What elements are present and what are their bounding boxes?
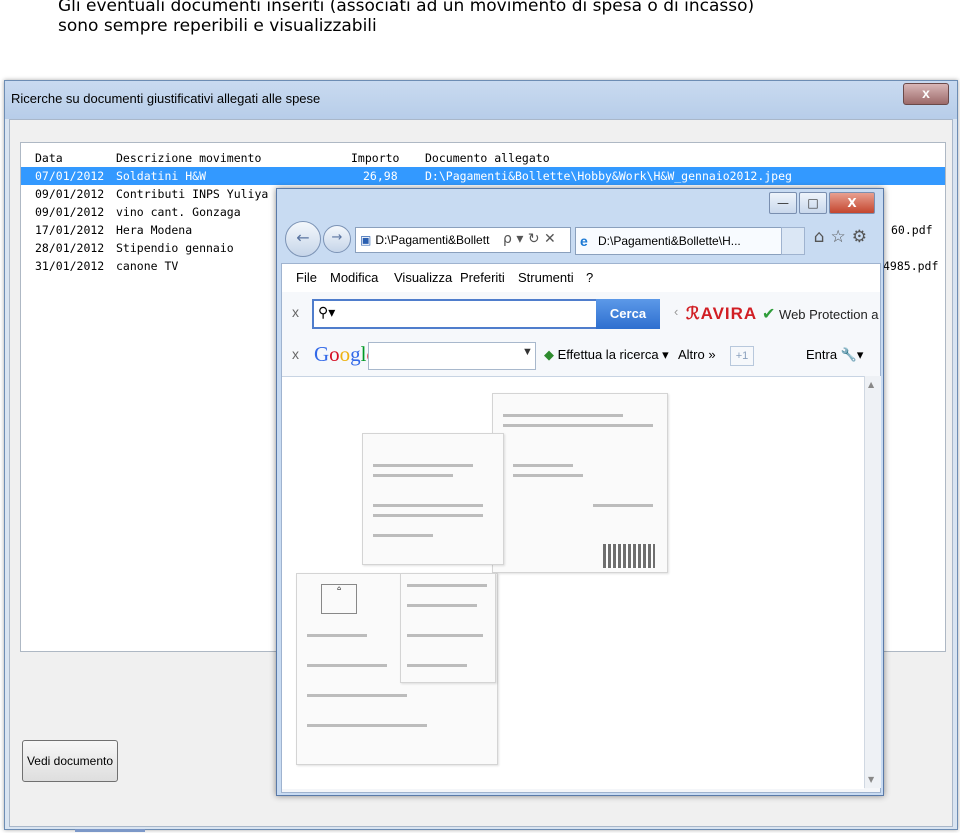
menu-modifica[interactable]: Modifica — [330, 270, 378, 285]
scanned-receipt-1 — [492, 393, 668, 573]
avira-logo[interactable]: ℛAVIRA — [686, 304, 757, 324]
scroll-up-arrow-icon[interactable]: ▲ — [868, 380, 874, 389]
ie-toolbar-icons: ⌂☆⚙ — [814, 227, 873, 247]
header-data: Data — [35, 151, 63, 165]
new-tab-button[interactable] — [781, 227, 805, 255]
cell-data: 28/01/2012 — [35, 241, 105, 255]
page-icon: ▣ — [360, 233, 372, 247]
cell-documento: 60.pdf — [891, 223, 933, 237]
google-logo: Google — [314, 342, 376, 366]
address-text: D:\Pagamenti&Bollett — [375, 233, 490, 247]
cell-documento: D:\Pagamenti&Bollette\Hobby&Work\H&W_gen… — [425, 169, 792, 183]
header-importo: Importo — [351, 151, 400, 165]
menu-visualizza[interactable]: Visualizza — [394, 270, 452, 285]
menu-strumenti[interactable]: Strumenti — [518, 270, 574, 285]
forward-arrow-icon[interactable]: → — [323, 225, 351, 253]
search-puzzle-icon: ◆ — [544, 347, 554, 362]
maximize-button[interactable]: □ — [799, 192, 827, 214]
cerca-button[interactable]: Cerca — [596, 299, 660, 329]
caption-line-2: sono sempre reperibili e visualizzabili — [58, 16, 377, 36]
ie-close-button[interactable]: X — [829, 192, 875, 214]
ie-browser-window: — □ X ← → ▣ D:\Pagamenti&Bollett ρ ▾ ↻ ✕ … — [276, 188, 884, 796]
cell-data: 17/01/2012 — [35, 223, 105, 237]
cell-data: 07/01/2012 — [35, 169, 105, 183]
home-icon[interactable]: ⌂ — [814, 227, 831, 247]
toolbar-separator: ‹ — [674, 304, 679, 319]
cell-descrizione: Hera Modena — [116, 223, 193, 237]
google-toolbar: x Google ▼ ◆ Effettua la ricerca ▾ Altro… — [282, 334, 880, 376]
ie-logo-icon: e — [580, 233, 588, 249]
avira-umbrella-icon: ℛ — [686, 304, 701, 323]
cell-data: 31/01/2012 — [35, 259, 105, 273]
ie-navigation-bar: ← → ▣ D:\Pagamenti&Bollett ρ ▾ ↻ ✕ e D:\P… — [285, 219, 875, 263]
menu-file[interactable]: File — [296, 270, 317, 285]
cell-data: 09/01/2012 — [35, 187, 105, 201]
window-title: Ricerche su documenti giustificativi all… — [11, 91, 321, 106]
header-descrizione: Descrizione movimento — [116, 151, 262, 165]
entra-button[interactable]: Entra 🔧▾ — [806, 347, 863, 363]
cell-descrizione: Soldatini H&W — [116, 169, 207, 183]
hobby-work-logo: ⌂ — [321, 584, 357, 614]
window-titlebar: Ricerche su documenti giustificativi all… — [5, 81, 957, 119]
page-caption: Gli eventuali documenti inseriti (associ… — [58, 0, 754, 36]
web-protection-status[interactable]: ✔ Web Protection a — [762, 304, 879, 324]
browser-tab[interactable]: e D:\Pagamenti&Bollette\H... × — [575, 227, 799, 255]
cell-importo: 26,98 — [363, 169, 398, 183]
menu-bar: File Modifica Visualizza Preferiti Strum… — [282, 264, 880, 292]
header-documento: Documento allegato — [425, 151, 550, 165]
cell-descrizione: canone TV — [116, 259, 179, 273]
ie-window-controls: — □ X — [769, 192, 875, 214]
scanned-receipt-2 — [362, 433, 504, 565]
taskbar-fragment — [75, 829, 145, 832]
menu-preferiti[interactable]: Preferiti — [460, 270, 505, 285]
cell-descrizione: vino cant. Gonzaga — [116, 205, 241, 219]
google-toolbar-close-x[interactable]: x — [292, 346, 299, 362]
cell-data: 09/01/2012 — [35, 205, 105, 219]
plus-one-button[interactable]: +1 — [730, 346, 754, 366]
search-icon: ⚲▾ — [318, 304, 336, 320]
favorites-star-icon[interactable]: ☆ — [831, 227, 852, 247]
vedi-documento-button[interactable]: Vedi documento — [22, 740, 118, 782]
menu-help[interactable]: ? — [586, 270, 593, 285]
back-arrow-icon[interactable]: ← — [285, 221, 321, 257]
address-tools[interactable]: ρ ▾ ↻ ✕ — [503, 227, 556, 251]
caption-line-1: Gli eventuali documenti inseriti (associ… — [58, 0, 755, 16]
altro-button[interactable]: Altro » — [678, 347, 716, 362]
cell-descrizione: Stipendio gennaio — [116, 241, 234, 255]
vertical-scrollbar[interactable]: ▲ ▼ — [864, 376, 881, 788]
checkmark-icon: ✔ — [762, 306, 776, 323]
document-viewer: ⌂ — [282, 376, 864, 789]
scanned-invoice-detail — [400, 573, 496, 683]
google-dropdown-icon[interactable]: ▼ — [522, 346, 533, 358]
cell-documento: 4985.pdf — [883, 259, 939, 273]
effettua-ricerca-button[interactable]: ◆ Effettua la ricerca ▾ — [544, 347, 669, 363]
google-search-input[interactable] — [368, 342, 536, 370]
list-item[interactable]: 07/01/2012 Soldatini H&W 26,98 D:\Pagame… — [21, 167, 945, 185]
cell-descrizione: Contributi INPS Yuliya — [116, 187, 269, 201]
list-header: Data Descrizione movimento Importo Docum… — [21, 149, 945, 167]
wrench-icon: 🔧 — [840, 347, 857, 362]
scroll-down-arrow-icon[interactable]: ▼ — [868, 775, 874, 784]
tab-title: D:\Pagamenti&Bollette\H... — [598, 234, 741, 248]
avira-search-input[interactable]: ⚲▾ — [312, 299, 598, 329]
window-close-button[interactable]: x — [903, 83, 949, 105]
toolbar-close-x[interactable]: x — [292, 304, 299, 320]
ie-body: File Modifica Visualizza Preferiti Strum… — [281, 263, 881, 793]
gear-icon[interactable]: ⚙ — [852, 227, 873, 247]
minimize-button[interactable]: — — [769, 192, 797, 214]
avira-toolbar: x ⚲▾ Cerca ‹ ℛAVIRA ✔ Web Protection a — [282, 292, 880, 334]
